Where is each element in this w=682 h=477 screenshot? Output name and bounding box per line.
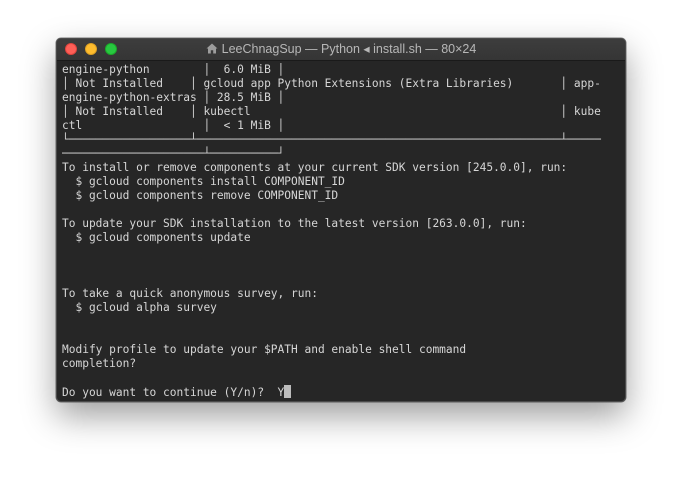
terminal-line: Modify profile to update your $PATH and …	[62, 343, 467, 356]
terminal-line: To install or remove components at your …	[62, 161, 568, 174]
terminal-line: ─────────────────────┴──────────┘	[62, 147, 285, 160]
terminal-line: To take a quick anonymous survey, run:	[62, 287, 318, 300]
terminal-line: engine-python │ 6.0 MiB │	[62, 63, 285, 76]
terminal-line: $ gcloud components remove COMPONENT_ID	[62, 189, 339, 202]
terminal-line: To update your SDK installation to the l…	[62, 217, 527, 230]
terminal-line: engine-python-extras │ 28.5 MiB │	[62, 91, 285, 104]
text-cursor	[284, 385, 292, 398]
terminal-line: ctl │ < 1 MiB │	[62, 119, 285, 132]
window-title-area: LeeChnagSup — Python ◂ install.sh — 80×2…	[57, 39, 625, 60]
terminal-line: └──────────────────┴────────────────────…	[62, 133, 601, 146]
terminal-line: $ gcloud components install COMPONENT_ID	[62, 175, 345, 188]
terminal-line: │ Not Installed │ kubectl │ kube	[62, 105, 601, 118]
terminal-line: $ gcloud components update	[62, 231, 251, 244]
prompt-text: Do you want to continue (Y/n)? Y	[62, 386, 285, 399]
terminal-window: LeeChnagSup — Python ◂ install.sh — 80×2…	[56, 38, 626, 402]
window-title: LeeChnagSup — Python ◂ install.sh — 80×2…	[221, 42, 477, 56]
terminal-line: $ gcloud alpha survey	[62, 301, 217, 314]
terminal-line: │ Not Installed │ gcloud app Python Exte…	[62, 77, 601, 90]
terminal-output[interactable]: engine-python │ 6.0 MiB │ │ Not Installed…	[62, 63, 625, 401]
home-folder-icon	[206, 40, 218, 61]
title-bar[interactable]: LeeChnagSup — Python ◂ install.sh — 80×2…	[57, 39, 625, 61]
prompt-line: Do you want to continue (Y/n)? Y	[62, 385, 625, 399]
terminal-line: completion?	[62, 357, 137, 370]
